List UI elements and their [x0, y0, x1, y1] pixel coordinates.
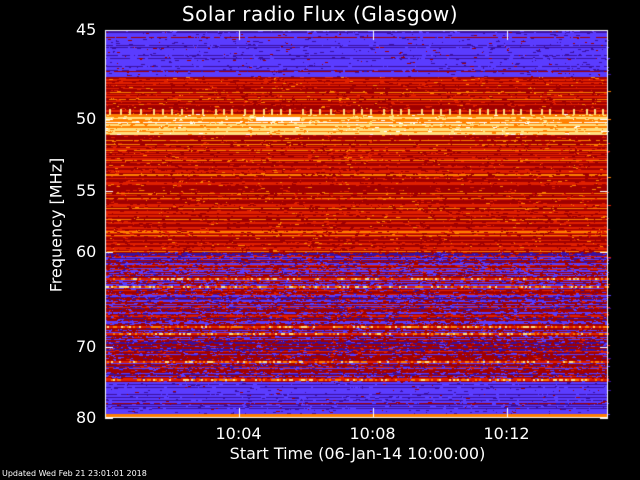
y-tick-label: 70 — [76, 336, 97, 356]
y-tick-label: 55 — [76, 180, 97, 200]
x-axis-label: Start Time (06-Jan-14 10:00:00) — [229, 444, 486, 463]
x-tick-label: 10:04 — [215, 424, 262, 443]
x-tick-label: 10:12 — [483, 424, 530, 443]
y-tick-label: 45 — [76, 19, 97, 39]
updated-timestamp: Updated Wed Feb 21 23:01:01 2018 — [2, 469, 147, 478]
y-tick-label: 50 — [76, 108, 97, 128]
x-tick-label: 10:08 — [349, 424, 396, 443]
y-axis-label: Frequency [MHz] — [46, 157, 66, 293]
y-tick-label: 60 — [76, 241, 97, 261]
y-tick-label: 80 — [76, 407, 97, 427]
